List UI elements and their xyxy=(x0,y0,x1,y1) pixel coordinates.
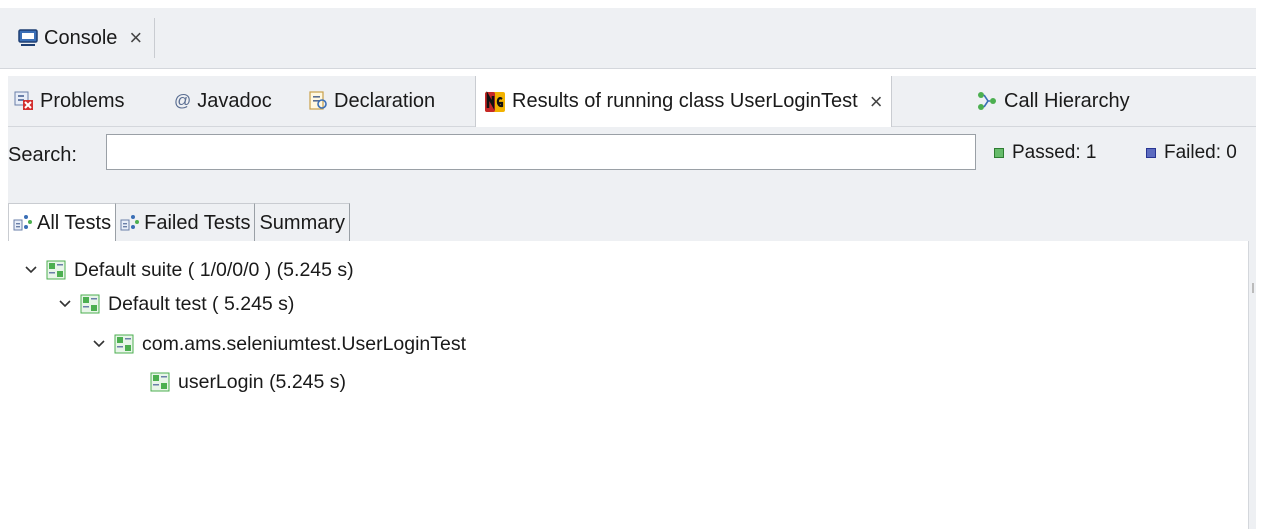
tab-failed-tests-label: Failed Tests xyxy=(144,211,251,234)
failed-icon xyxy=(1146,148,1156,158)
chevron-down-icon[interactable] xyxy=(92,337,106,351)
failed-count: Failed: 0 xyxy=(1146,142,1237,164)
tree-node-test[interactable]: Default test ( 5.245 s) xyxy=(58,288,294,320)
tab-call-hierarchy[interactable]: Call Hierarchy xyxy=(976,76,1130,126)
top-strip xyxy=(0,0,1261,8)
javadoc-icon: @ xyxy=(174,91,192,110)
tree-node-label: Default test ( 5.245 s) xyxy=(108,292,295,315)
suite-icon xyxy=(46,260,66,280)
tree-node-class[interactable]: com.ams.seleniumtest.UserLoginTest xyxy=(92,328,466,360)
tab-all-tests[interactable]: All Tests xyxy=(8,203,117,242)
tab-javadoc-label: Javadoc xyxy=(197,89,272,112)
passed-icon xyxy=(994,148,1004,158)
tab-declaration[interactable]: Declaration xyxy=(308,76,435,126)
test-results-tree: Default suite ( 1/0/0/0 ) (5.245 s) Defa… xyxy=(8,241,1249,529)
console-tab-bar: Console × xyxy=(0,8,1256,69)
views-tab-bar: Problems @ Javadoc Declaration Results o… xyxy=(8,76,1256,127)
tab-console[interactable]: Console × xyxy=(8,18,156,58)
testng-icon xyxy=(484,90,506,113)
console-icon xyxy=(18,29,38,47)
chevron-down-icon[interactable] xyxy=(58,297,72,311)
class-icon xyxy=(114,334,134,354)
close-icon[interactable]: × xyxy=(870,89,883,115)
tab-console-label: Console xyxy=(44,26,118,49)
search-input[interactable] xyxy=(106,134,976,170)
tree-node-method[interactable]: userLogin (5.245 s) xyxy=(150,366,346,398)
tree-icon xyxy=(13,214,33,232)
call-hierarchy-icon xyxy=(976,91,998,111)
search-row: Search: xyxy=(8,135,98,175)
tab-problems-label: Problems xyxy=(40,89,125,112)
tree-node-label: Default suite ( 1/0/0/0 ) (5.245 s) xyxy=(74,258,354,281)
method-icon xyxy=(150,372,170,392)
scrollbar[interactable] xyxy=(1252,283,1254,293)
tab-summary-label: Summary xyxy=(259,211,346,234)
tab-failed-tests[interactable]: Failed Tests xyxy=(116,203,256,242)
tab-summary[interactable]: Summary xyxy=(255,203,351,242)
test-icon xyxy=(80,294,100,314)
divider xyxy=(0,69,1256,75)
problems-icon xyxy=(14,91,34,111)
search-label: Search: xyxy=(8,143,77,166)
passed-label: Passed: 1 xyxy=(1012,142,1097,163)
tab-javadoc[interactable]: @ Javadoc xyxy=(174,76,272,126)
declaration-icon xyxy=(308,91,328,111)
passed-count: Passed: 1 xyxy=(994,142,1097,164)
tab-all-tests-label: All Tests xyxy=(37,211,112,234)
failed-label: Failed: 0 xyxy=(1164,142,1237,163)
tree-icon xyxy=(120,214,140,232)
tab-declaration-label: Declaration xyxy=(334,89,436,112)
results-subtabs: All Tests Failed Tests Summary xyxy=(8,203,351,242)
tab-results[interactable]: Results of running class UserLoginTest × xyxy=(475,76,892,127)
tab-problems[interactable]: Problems xyxy=(14,76,124,126)
close-icon[interactable]: × xyxy=(129,25,142,51)
tab-call-hierarchy-label: Call Hierarchy xyxy=(1004,89,1130,112)
tree-node-label: com.ams.seleniumtest.UserLoginTest xyxy=(142,332,467,355)
tree-node-label: userLogin (5.245 s) xyxy=(178,370,347,393)
tab-results-label: Results of running class UserLoginTest xyxy=(512,90,858,112)
tree-node-suite[interactable]: Default suite ( 1/0/0/0 ) (5.245 s) xyxy=(24,254,354,286)
chevron-down-icon[interactable] xyxy=(24,263,38,277)
